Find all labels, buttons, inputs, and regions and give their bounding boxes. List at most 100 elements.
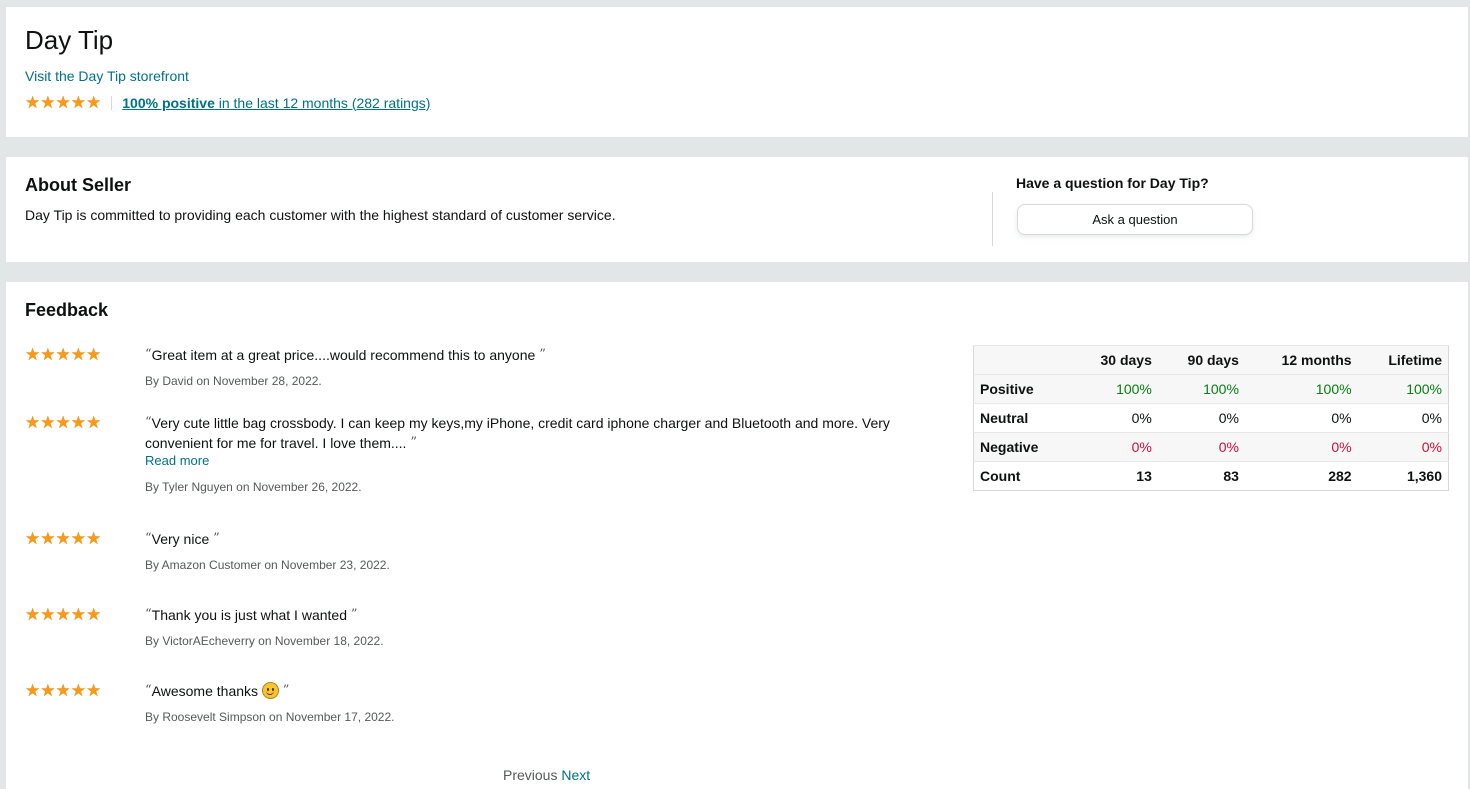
review-stars: ★ ★ ★ ★ ★ bbox=[25, 346, 101, 363]
table-header bbox=[973, 345, 1071, 375]
star-icon: ★ bbox=[40, 529, 56, 548]
review-byline: By VictorAEcheverry on November 18, 2022… bbox=[145, 634, 384, 648]
star-icon: ★ bbox=[55, 345, 71, 364]
table-cell: 13 bbox=[1070, 461, 1158, 491]
star-icon: ★ bbox=[86, 413, 102, 432]
table-header: 90 days bbox=[1157, 345, 1245, 375]
open-quote-icon: “ bbox=[145, 415, 152, 430]
table-row: Positive 100% 100% 100% 100% bbox=[973, 374, 1449, 404]
about-seller-title: About Seller bbox=[25, 175, 132, 195]
star-icon: ★ bbox=[86, 681, 102, 700]
review-comment: “Thank you is just what I wanted ” bbox=[145, 605, 925, 625]
review-comment: “Very cute little bag crossbody. I can k… bbox=[145, 413, 915, 453]
storefront-link[interactable]: Visit the Day Tip storefront bbox=[25, 68, 189, 84]
open-quote-icon: “ bbox=[145, 683, 152, 698]
table-cell: 0% bbox=[1070, 432, 1158, 462]
row-label: Positive bbox=[973, 374, 1071, 404]
star-icon: ★ bbox=[86, 93, 102, 112]
star-icon: ★ bbox=[55, 681, 71, 700]
table-header-row: 30 days 90 days 12 months Lifetime bbox=[973, 345, 1449, 375]
table-cell: 282 bbox=[1244, 461, 1358, 491]
review-byline: By David on November 28, 2022. bbox=[145, 374, 322, 388]
table-cell: 100% bbox=[1070, 374, 1158, 404]
star-icon: ★ bbox=[25, 93, 41, 112]
review-text: Awesome thanks bbox=[151, 683, 262, 699]
star-icon: ★ bbox=[70, 345, 86, 364]
list-item: ★ ★ ★ ★ ★ “Thank you is just what I wanted ”… bbox=[25, 605, 925, 681]
review-text: Very nice bbox=[151, 531, 210, 547]
star-icon: ★ bbox=[25, 605, 41, 624]
open-quote-icon: “ bbox=[145, 531, 152, 546]
star-icon: ★ bbox=[25, 413, 41, 432]
star-icon: ★ bbox=[70, 529, 86, 548]
feedback-card: Feedback ★ ★ ★ ★ ★ “Great item at a great pr… bbox=[6, 282, 1468, 789]
positive-percentage: 100% positive bbox=[122, 94, 215, 111]
list-item: ★ ★ ★ ★ ★ “Awesome thanks ” By Roosevelt Sim… bbox=[25, 681, 925, 757]
ask-question-button[interactable]: Ask a question bbox=[1017, 204, 1253, 235]
rating-period: in the last 12 months (282 ratings) bbox=[214, 94, 431, 111]
feedback-summary-table: 30 days 90 days 12 months Lifetime Posit… bbox=[973, 345, 1449, 491]
rating-summary-link[interactable]: 100% positive in the last 12 months (282… bbox=[122, 95, 430, 111]
table-cell: 100% bbox=[1157, 374, 1245, 404]
next-page-button[interactable]: Next bbox=[561, 767, 590, 783]
close-quote-icon: ” bbox=[213, 531, 220, 546]
close-quote-icon: ” bbox=[410, 435, 417, 450]
seller-rating: ★ ★ ★ ★ ★ 100% positive in the last 12 month… bbox=[25, 94, 430, 111]
star-icon: ★ bbox=[40, 605, 56, 624]
star-icon: ★ bbox=[70, 93, 86, 112]
rating-divider bbox=[111, 95, 113, 110]
review-stars: ★ ★ ★ ★ ★ bbox=[25, 414, 101, 431]
star-icon: ★ bbox=[55, 529, 71, 548]
table-header: Lifetime bbox=[1357, 345, 1449, 375]
table-cell: 0% bbox=[1357, 432, 1449, 462]
table-cell: 100% bbox=[1357, 374, 1449, 404]
star-icon: ★ bbox=[70, 681, 86, 700]
read-more-link[interactable]: Read more bbox=[145, 453, 915, 468]
previous-page-button[interactable]: Previous bbox=[503, 767, 557, 783]
star-icon: ★ bbox=[55, 93, 71, 112]
review-byline: By Roosevelt Simpson on November 17, 202… bbox=[145, 710, 395, 724]
star-icon: ★ bbox=[70, 605, 86, 624]
table-cell: 0% bbox=[1244, 432, 1358, 462]
review-comment: “Awesome thanks ” bbox=[145, 681, 925, 701]
seller-header-card: Day Tip Visit the Day Tip storefront ★ ★ ★… bbox=[6, 7, 1468, 137]
star-icon: ★ bbox=[40, 93, 56, 112]
star-icon: ★ bbox=[25, 529, 41, 548]
seller-name: Day Tip bbox=[25, 25, 114, 55]
row-label: Neutral bbox=[973, 403, 1071, 433]
close-quote-icon: ” bbox=[539, 347, 546, 362]
table-row: Neutral 0% 0% 0% 0% bbox=[973, 403, 1449, 433]
close-quote-icon: ” bbox=[282, 683, 290, 698]
review-stars: ★ ★ ★ ★ ★ bbox=[25, 530, 101, 547]
table-header: 12 months bbox=[1244, 345, 1358, 375]
feedback-title: Feedback bbox=[25, 300, 109, 320]
pagination: Previous Next bbox=[503, 767, 590, 783]
star-icon: ★ bbox=[55, 605, 71, 624]
open-quote-icon: “ bbox=[145, 607, 152, 622]
close-quote-icon: ” bbox=[350, 607, 358, 622]
review-stars: ★ ★ ★ ★ ★ bbox=[25, 606, 101, 623]
question-label: Have a question for Day Tip? bbox=[1016, 175, 1209, 191]
table-cell: 1,360 bbox=[1357, 461, 1449, 491]
review-comment: “Great item at a great price....would re… bbox=[145, 345, 925, 365]
about-seller-card: About Seller Day Tip is committed to pro… bbox=[6, 157, 1468, 262]
table-cell: 83 bbox=[1157, 461, 1245, 491]
rating-stars: ★ ★ ★ ★ ★ bbox=[25, 94, 101, 111]
table-header: 30 days bbox=[1070, 345, 1158, 375]
list-item: ★ ★ ★ ★ ★ “Very nice ” By Amazon Customer on… bbox=[25, 529, 925, 605]
about-seller-description: Day Tip is committed to providing each c… bbox=[25, 207, 616, 223]
star-icon: ★ bbox=[55, 413, 71, 432]
star-icon: ★ bbox=[40, 681, 56, 700]
star-icon: ★ bbox=[40, 345, 56, 364]
star-icon: ★ bbox=[25, 681, 41, 700]
table-cell: 100% bbox=[1244, 374, 1358, 404]
review-stars: ★ ★ ★ ★ ★ bbox=[25, 682, 101, 699]
table-cell: 0% bbox=[1357, 403, 1449, 433]
smiling-face-icon bbox=[261, 682, 279, 699]
review-text: Very cute little bag crossbody. I can ke… bbox=[145, 415, 890, 451]
table-cell: 0% bbox=[1070, 403, 1158, 433]
review-byline: By Tyler Nguyen on November 26, 2022. bbox=[145, 480, 362, 494]
list-item: ★ ★ ★ ★ ★ “Great item at a great price....wo… bbox=[25, 345, 925, 413]
review-comment: “Very nice ” bbox=[145, 529, 925, 549]
section-divider bbox=[992, 192, 993, 246]
